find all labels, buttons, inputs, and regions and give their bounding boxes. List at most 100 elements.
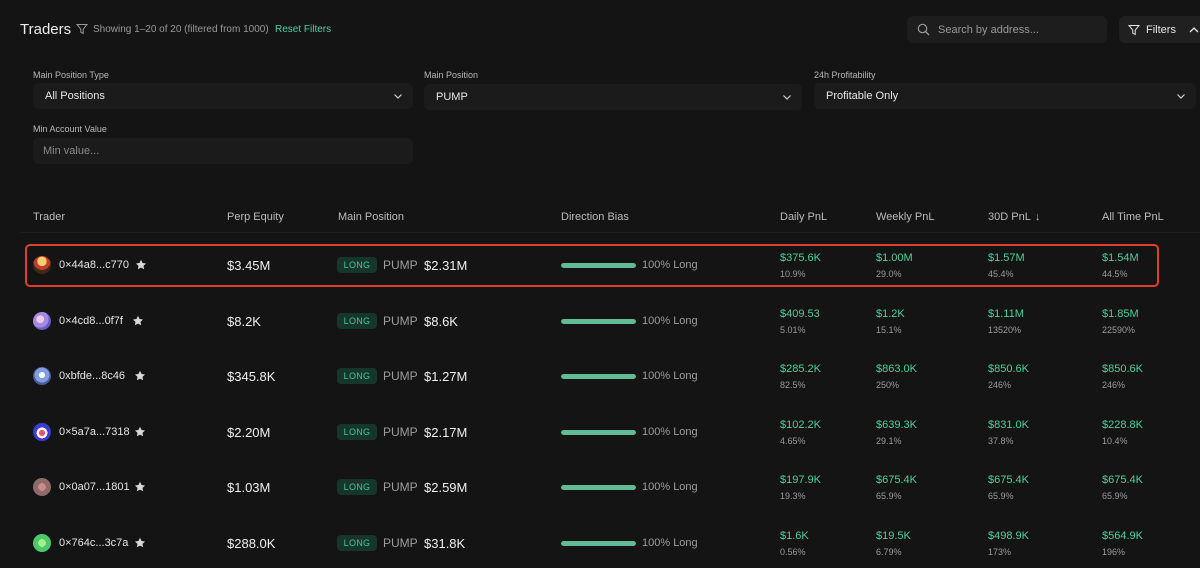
filter-icon bbox=[1128, 24, 1140, 35]
trader-address[interactable]: 0xbfde...8c46 bbox=[59, 370, 125, 382]
column-header-trader[interactable]: Trader bbox=[33, 211, 65, 223]
column-header-perp-equity[interactable]: Perp Equity bbox=[227, 211, 284, 223]
column-header-weekly-pnl[interactable]: Weekly PnL bbox=[876, 211, 935, 223]
star-icon[interactable] bbox=[134, 426, 146, 438]
d30-pnl-percent: 65.9% bbox=[988, 491, 1014, 501]
search-box[interactable] bbox=[907, 16, 1107, 43]
table-row[interactable]: 0×5a7a...7318 $2.20M LONG PUMP $2.17M 10… bbox=[20, 405, 1200, 461]
weekly-pnl-percent: 15.1% bbox=[876, 325, 902, 335]
direction-bias-label: 100% Long bbox=[642, 370, 698, 382]
d30-pnl-percent: 37.8% bbox=[988, 436, 1014, 446]
chevron-down-icon bbox=[1177, 94, 1185, 99]
main-position-type-select[interactable]: All Positions bbox=[33, 83, 413, 109]
direction-bias-fill bbox=[561, 541, 636, 546]
direction-bias-label: 100% Long bbox=[642, 537, 698, 549]
alltime-pnl-percent: 44.5% bbox=[1102, 269, 1128, 279]
filters-toggle-button[interactable]: Filters bbox=[1119, 16, 1200, 43]
alltime-pnl-value: $228.8K bbox=[1102, 419, 1143, 431]
weekly-pnl-value: $1.00M bbox=[876, 252, 913, 264]
d30-pnl-value: $1.11M bbox=[988, 308, 1024, 320]
avatar bbox=[33, 367, 51, 385]
direction-bias-bar bbox=[561, 485, 636, 490]
d30-pnl-value: $850.6K bbox=[988, 363, 1029, 375]
search-input[interactable] bbox=[938, 23, 1098, 36]
trader-address[interactable]: 0×0a07...1801 bbox=[59, 481, 130, 493]
column-header-main-position[interactable]: Main Position bbox=[338, 211, 404, 223]
chevron-down-icon bbox=[783, 95, 791, 100]
daily-pnl-percent: 4.65% bbox=[780, 436, 806, 446]
star-icon[interactable] bbox=[134, 481, 146, 493]
direction-bias-label: 100% Long bbox=[642, 259, 698, 271]
column-header-daily-pnl[interactable]: Daily PnL bbox=[780, 211, 827, 223]
table-header-divider bbox=[20, 232, 1200, 233]
table-row[interactable]: 0×764c...3c7a $288.0K LONG PUMP $31.8K 1… bbox=[20, 516, 1200, 568]
daily-pnl-percent: 10.9% bbox=[780, 269, 806, 279]
column-header-direction-bias[interactable]: Direction Bias bbox=[561, 211, 629, 223]
weekly-pnl-value: $639.3K bbox=[876, 419, 917, 431]
avatar bbox=[33, 534, 51, 552]
trader-address[interactable]: 0×4cd8...0f7f bbox=[59, 315, 123, 327]
direction-bias-label: 100% Long bbox=[642, 426, 698, 438]
daily-pnl-value: $1.6K bbox=[780, 530, 809, 542]
alltime-pnl-percent: 65.9% bbox=[1102, 491, 1128, 501]
daily-pnl-value: $285.2K bbox=[780, 363, 821, 375]
daily-pnl-percent: 19.3% bbox=[780, 491, 806, 501]
weekly-pnl-value: $863.0K bbox=[876, 363, 917, 375]
position-side-badge: LONG bbox=[337, 313, 377, 329]
star-icon[interactable] bbox=[134, 537, 146, 549]
perp-equity: $288.0K bbox=[227, 536, 276, 551]
min-account-value-label: Min Account Value bbox=[33, 124, 107, 134]
avatar bbox=[33, 478, 51, 496]
profitability-select[interactable]: Profitable Only bbox=[814, 83, 1196, 109]
position-side-badge: LONG bbox=[337, 368, 377, 384]
search-icon bbox=[917, 23, 930, 36]
daily-pnl-percent: 5.01% bbox=[780, 325, 806, 335]
alltime-pnl-percent: 22590% bbox=[1102, 325, 1136, 335]
position-coin: PUMP bbox=[383, 480, 418, 494]
table-row[interactable]: 0×0a07...1801 $1.03M LONG PUMP $2.59M 10… bbox=[20, 460, 1200, 516]
column-header-30d-pnl-label: 30D PnL bbox=[988, 211, 1031, 223]
trader-address[interactable]: 0×44a8...c770 bbox=[59, 259, 129, 271]
perp-equity: $2.20M bbox=[227, 425, 271, 440]
weekly-pnl-percent: 250% bbox=[876, 380, 900, 390]
position-side-badge: LONG bbox=[337, 535, 377, 551]
profitability-label: 24h Profitability bbox=[814, 70, 876, 80]
d30-pnl-value: $675.4K bbox=[988, 474, 1029, 486]
direction-bias-bar bbox=[561, 541, 636, 546]
reset-filters-link[interactable]: Reset Filters bbox=[275, 24, 331, 35]
position-value: $31.8K bbox=[424, 536, 466, 551]
position-coin: PUMP bbox=[383, 258, 418, 272]
main-position-label: Main Position bbox=[424, 70, 479, 80]
alltime-pnl-value: $850.6K bbox=[1102, 363, 1143, 375]
direction-bias-label: 100% Long bbox=[642, 481, 698, 493]
table-row[interactable]: 0xbfde...8c46 $345.8K LONG PUMP $1.27M 1… bbox=[20, 349, 1200, 405]
table-row[interactable]: 0×44a8...c770 $3.45M LONG PUMP $2.31M 10… bbox=[20, 238, 1200, 294]
position-coin: PUMP bbox=[383, 369, 418, 383]
position-value: $2.59M bbox=[424, 480, 468, 495]
table-row[interactable]: 0×4cd8...0f7f $8.2K LONG PUMP $8.6K 100%… bbox=[20, 294, 1200, 350]
weekly-pnl-percent: 29.0% bbox=[876, 269, 902, 279]
alltime-pnl-value: $1.54M bbox=[1102, 252, 1139, 264]
column-header-all-time-pnl[interactable]: All Time PnL bbox=[1102, 211, 1164, 223]
perp-equity: $345.8K bbox=[227, 369, 276, 384]
trader-address[interactable]: 0×5a7a...7318 bbox=[59, 426, 130, 438]
position-value: $1.27M bbox=[424, 369, 468, 384]
d30-pnl-percent: 173% bbox=[988, 547, 1012, 557]
trader-address[interactable]: 0×764c...3c7a bbox=[59, 537, 128, 549]
weekly-pnl-value: $19.5K bbox=[876, 530, 911, 542]
d30-pnl-value: $1.57M bbox=[988, 252, 1025, 264]
position-value: $8.6K bbox=[424, 314, 458, 329]
star-icon[interactable] bbox=[134, 370, 146, 382]
direction-bias-fill bbox=[561, 430, 636, 435]
star-icon[interactable] bbox=[135, 259, 147, 271]
column-header-30d-pnl[interactable]: 30D PnL ↓ bbox=[988, 211, 1040, 223]
min-account-value-input[interactable] bbox=[33, 138, 413, 164]
position-side-badge: LONG bbox=[337, 424, 377, 440]
position-side-badge: LONG bbox=[337, 479, 377, 495]
daily-pnl-percent: 82.5% bbox=[780, 380, 806, 390]
daily-pnl-value: $409.53 bbox=[780, 308, 820, 320]
sort-descending-icon: ↓ bbox=[1034, 211, 1041, 223]
star-icon[interactable] bbox=[132, 315, 144, 327]
chevron-down-icon bbox=[394, 94, 402, 99]
main-position-select[interactable]: PUMP bbox=[424, 84, 802, 110]
